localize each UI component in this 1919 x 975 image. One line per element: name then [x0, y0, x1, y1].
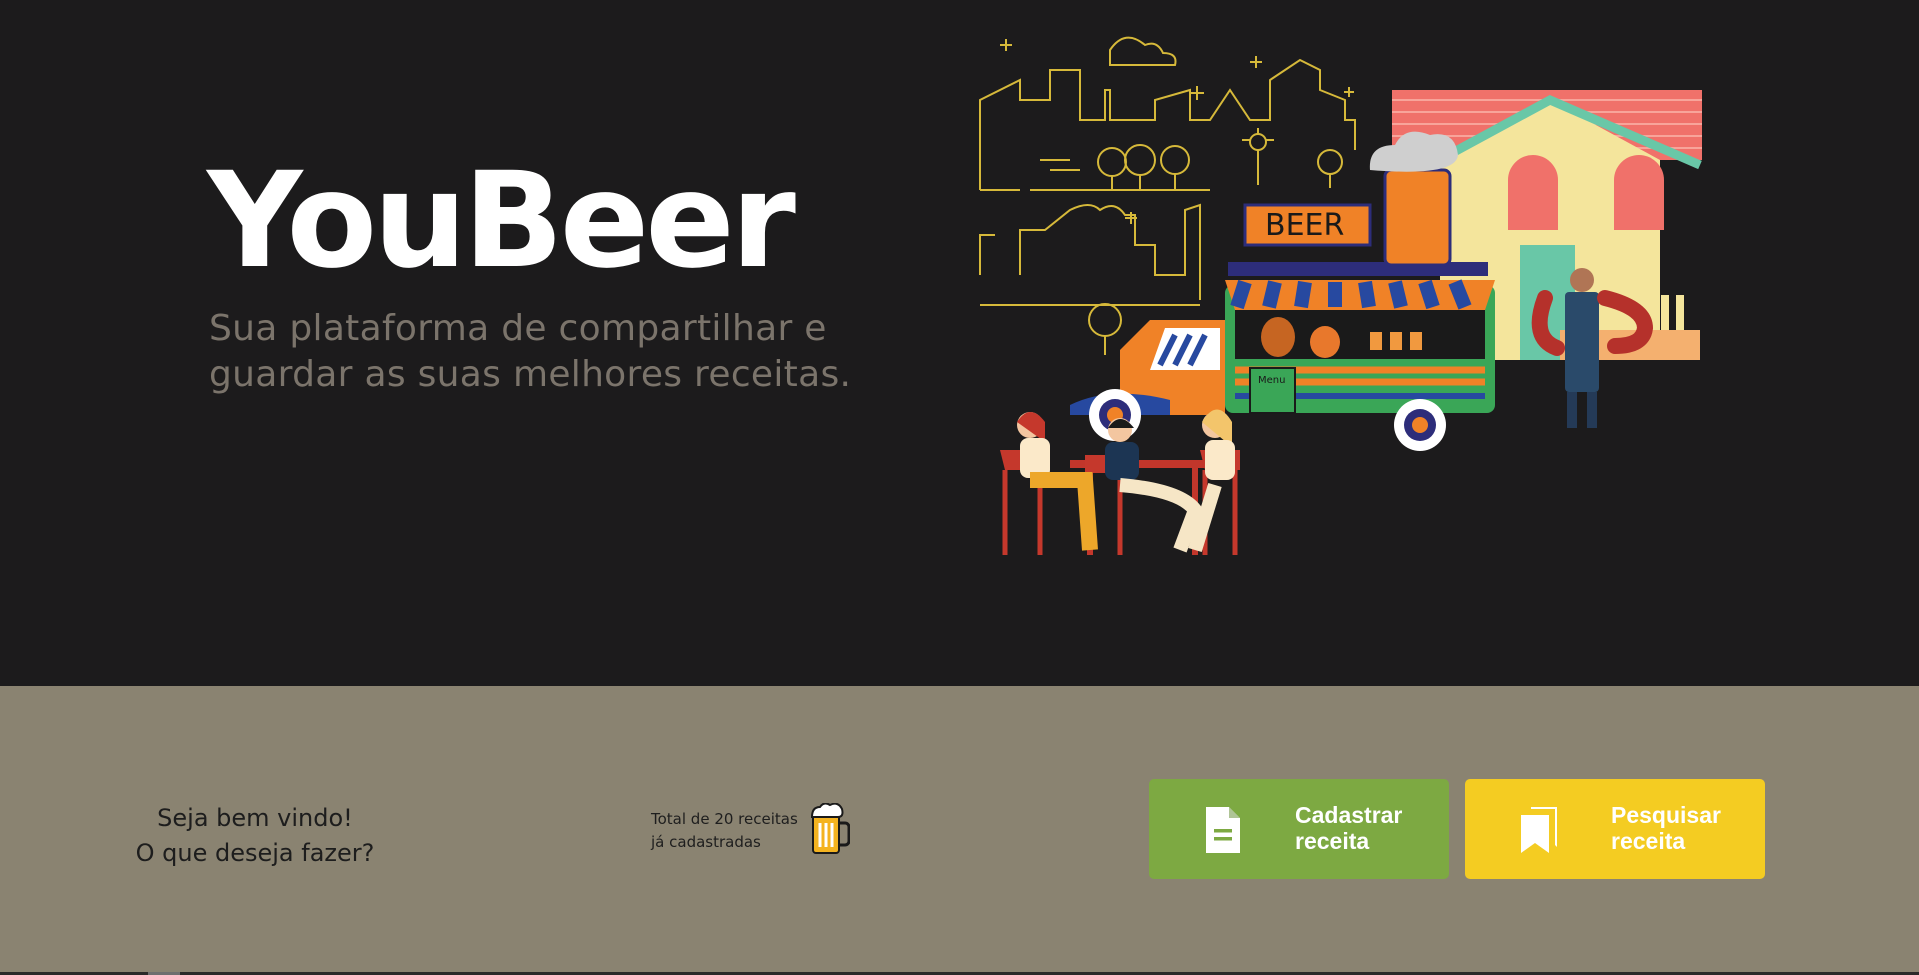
document-icon — [1206, 807, 1240, 853]
recipe-total-line-1: Total de 20 receitas — [651, 810, 798, 828]
recipe-total: Total de 20 receitas já cadastradas — [651, 808, 811, 854]
beer-mug-icon — [810, 803, 850, 854]
search-recipe-button[interactable]: Pesquisar receita — [1465, 779, 1765, 879]
brand-title: YouBeer — [207, 144, 796, 298]
recipe-total-line-2: já cadastradas — [651, 833, 761, 851]
hero-section: YouBeer Sua plataforma de compartilhar e… — [0, 0, 1919, 686]
illustration-menu-text: Menu — [1258, 375, 1285, 386]
tagline-line-1: Sua plataforma de compartilhar e — [209, 308, 827, 349]
register-recipe-label-line-2: receita — [1295, 828, 1370, 854]
search-recipe-label-line-2: receita — [1611, 828, 1686, 854]
bookmarks-icon — [1521, 807, 1557, 853]
welcome-message: Seja bem vindo! O que deseja fazer? — [110, 801, 400, 871]
search-recipe-label: Pesquisar receita — [1611, 802, 1756, 854]
actions-panel: Seja bem vindo! O que deseja fazer? Tota… — [0, 686, 1919, 975]
welcome-line-2: O que deseja fazer? — [135, 839, 375, 867]
illustration-sign-text: BEER — [1265, 208, 1344, 243]
tagline: Sua plataforma de compartilhar e guardar… — [209, 306, 909, 398]
register-recipe-label: Cadastrar receita — [1295, 802, 1440, 854]
register-recipe-button[interactable]: Cadastrar receita — [1149, 779, 1449, 879]
welcome-line-1: Seja bem vindo! — [157, 804, 353, 832]
search-recipe-label-line-1: Pesquisar — [1611, 802, 1721, 828]
register-recipe-label-line-1: Cadastrar — [1295, 802, 1403, 828]
beer-food-truck-illustration: BEER Menu — [979, 36, 1702, 555]
tagline-line-2: guardar as suas melhores receitas. — [209, 354, 852, 395]
